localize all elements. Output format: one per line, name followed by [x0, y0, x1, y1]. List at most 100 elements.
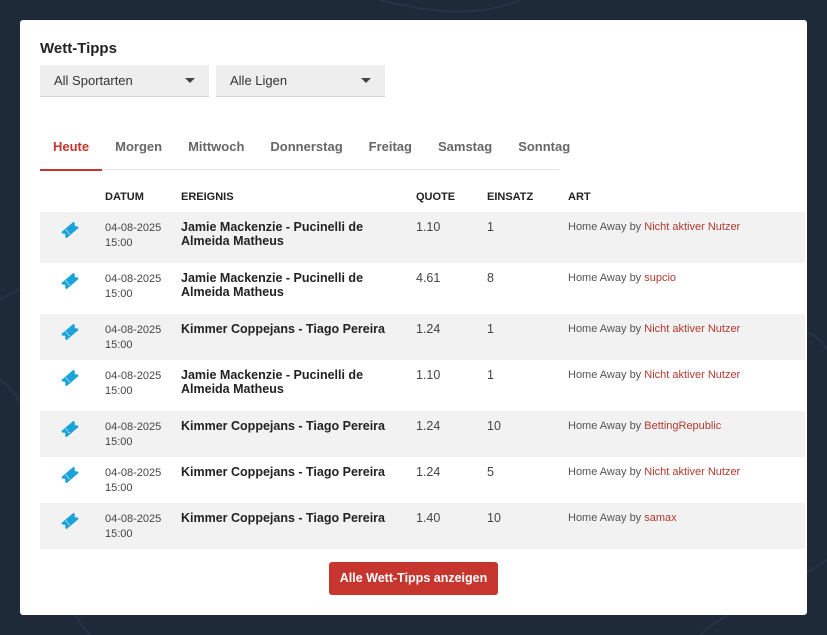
header-einsatz: EINSATZ: [487, 191, 534, 203]
row-date: 04-08-2025 15:00: [105, 323, 175, 353]
row-user-link[interactable]: Nicht aktiver Nutzer: [644, 323, 740, 335]
row-event[interactable]: Kimmer Coppejans - Tiago Pereira: [181, 419, 411, 433]
row-event[interactable]: Kimmer Coppejans - Tiago Pereira: [181, 465, 411, 479]
row-quote: 1.10: [416, 220, 441, 234]
row-user-link[interactable]: samax: [644, 512, 676, 524]
row-date-time: 15:00: [105, 339, 133, 351]
caret-down-icon: [185, 78, 195, 83]
row-art: Home Away by Nicht aktiver Nutzer: [568, 466, 740, 478]
row-user-link[interactable]: Nicht aktiver Nutzer: [644, 466, 740, 478]
sport-select-value: All Sportarten: [54, 73, 133, 88]
table-row[interactable]: 04-08-2025 15:00 Jamie Mackenzie - Pucinel…: [40, 212, 805, 263]
row-date-time: 15:00: [105, 237, 133, 249]
table-row[interactable]: 04-08-2025 15:00 Kimmer Coppejans - Tiago …: [40, 457, 805, 503]
row-art: Home Away by supcio: [568, 272, 676, 284]
row-date: 04-08-2025 15:00: [105, 272, 175, 302]
ticket-icon: [60, 511, 80, 531]
table-row[interactable]: 04-08-2025 15:00 Kimmer Coppejans - Tiago …: [40, 411, 805, 457]
tab-mittwoch[interactable]: Mittwoch: [175, 126, 257, 170]
row-art-by: by: [629, 221, 642, 233]
row-quote: 1.24: [416, 322, 441, 336]
row-art-by: by: [629, 466, 642, 478]
row-date-time: 15:00: [105, 482, 133, 494]
row-art-type: Home Away: [568, 272, 627, 284]
tab-morgen[interactable]: Morgen: [102, 126, 175, 170]
ticket-icon: [60, 368, 80, 388]
league-select[interactable]: Alle Ligen: [216, 65, 385, 97]
row-stake: 1: [487, 322, 494, 336]
row-art-by: by: [629, 369, 642, 381]
header-ereignis: EREIGNIS: [181, 191, 234, 203]
row-date-day: 04-08-2025: [105, 324, 162, 336]
tab-heute[interactable]: Heute: [40, 126, 103, 171]
table-header: DATUM EREIGNIS QUOTE EINSATZ ART: [40, 186, 805, 212]
tab-donnerstag[interactable]: Donnerstag: [257, 126, 355, 170]
header-datum: DATUM: [105, 191, 144, 203]
row-art-type: Home Away: [568, 420, 627, 432]
row-user-link[interactable]: Nicht aktiver Nutzer: [644, 221, 740, 233]
ticket-icon: [60, 220, 80, 240]
row-art-by: by: [629, 420, 642, 432]
row-event[interactable]: Jamie Mackenzie - Pucinelli de Almeida M…: [181, 368, 411, 396]
row-stake: 10: [487, 511, 501, 525]
row-quote: 1.24: [416, 419, 441, 433]
row-date-day: 04-08-2025: [105, 370, 162, 382]
row-art: Home Away by samax: [568, 512, 677, 524]
tab-sonntag[interactable]: Sonntag: [505, 126, 583, 170]
row-date-day: 04-08-2025: [105, 273, 162, 285]
ticket-icon: [60, 322, 80, 342]
row-date-day: 04-08-2025: [105, 513, 162, 525]
show-all-tips-button[interactable]: Alle Wett-Tipps anzeigen: [329, 562, 498, 595]
row-date-day: 04-08-2025: [105, 421, 162, 433]
row-date-time: 15:00: [105, 436, 133, 448]
row-date: 04-08-2025 15:00: [105, 512, 175, 542]
tips-table-body: 04-08-2025 15:00 Jamie Mackenzie - Pucinel…: [40, 212, 805, 549]
row-stake: 1: [487, 220, 494, 234]
ticket-icon: [60, 465, 80, 485]
row-art-by: by: [629, 512, 642, 524]
row-art-type: Home Away: [568, 369, 627, 381]
row-user-link[interactable]: Nicht aktiver Nutzer: [644, 369, 740, 381]
row-stake: 10: [487, 419, 501, 433]
table-row[interactable]: 04-08-2025 15:00 Jamie Mackenzie - Pucinel…: [40, 360, 805, 411]
table-row[interactable]: 04-08-2025 15:00 Kimmer Coppejans - Tiago …: [40, 503, 805, 549]
row-date-day: 04-08-2025: [105, 467, 162, 479]
row-quote: 1.24: [416, 465, 441, 479]
tab-samstag[interactable]: Samstag: [425, 126, 505, 170]
widget-title: Wett-Tipps: [40, 40, 117, 57]
row-quote: 1.10: [416, 368, 441, 382]
row-user-link[interactable]: BettingRepublic: [644, 420, 721, 432]
row-stake: 5: [487, 465, 494, 479]
row-event[interactable]: Kimmer Coppejans - Tiago Pereira: [181, 322, 411, 336]
row-date: 04-08-2025 15:00: [105, 466, 175, 496]
row-date: 04-08-2025 15:00: [105, 221, 175, 251]
table-row[interactable]: 04-08-2025 15:00 Jamie Mackenzie - Pucinel…: [40, 263, 805, 314]
table-row[interactable]: 04-08-2025 15:00 Kimmer Coppejans - Tiago …: [40, 314, 805, 360]
row-date-time: 15:00: [105, 288, 133, 300]
league-select-value: Alle Ligen: [230, 73, 288, 88]
tab-freitag[interactable]: Freitag: [356, 126, 425, 170]
row-art: Home Away by Nicht aktiver Nutzer: [568, 221, 740, 233]
header-quote: QUOTE: [416, 191, 456, 203]
row-date-time: 15:00: [105, 528, 133, 540]
row-art-type: Home Away: [568, 466, 627, 478]
row-art: Home Away by BettingRepublic: [568, 420, 721, 432]
ticket-icon: [60, 419, 80, 439]
day-tabs: Heute Morgen Mittwoch Donnerstag Freitag Sams…: [40, 126, 570, 171]
row-event[interactable]: Jamie Mackenzie - Pucinelli de Almeida M…: [181, 220, 411, 248]
betting-tips-widget: Wett-Tipps All Sportarten Alle Ligen Heu…: [20, 20, 807, 615]
sport-select[interactable]: All Sportarten: [40, 65, 209, 97]
row-user-link[interactable]: supcio: [644, 272, 676, 284]
row-stake: 8: [487, 271, 494, 285]
row-event[interactable]: Kimmer Coppejans - Tiago Pereira: [181, 511, 411, 525]
row-art-by: by: [629, 272, 642, 284]
row-art: Home Away by Nicht aktiver Nutzer: [568, 369, 740, 381]
row-art-type: Home Away: [568, 221, 627, 233]
row-date-time: 15:00: [105, 385, 133, 397]
row-event[interactable]: Jamie Mackenzie - Pucinelli de Almeida M…: [181, 271, 411, 299]
row-quote: 1.40: [416, 511, 441, 525]
row-art-type: Home Away: [568, 512, 627, 524]
row-art-by: by: [629, 323, 642, 335]
caret-down-icon: [361, 78, 371, 83]
row-date: 04-08-2025 15:00: [105, 420, 175, 450]
